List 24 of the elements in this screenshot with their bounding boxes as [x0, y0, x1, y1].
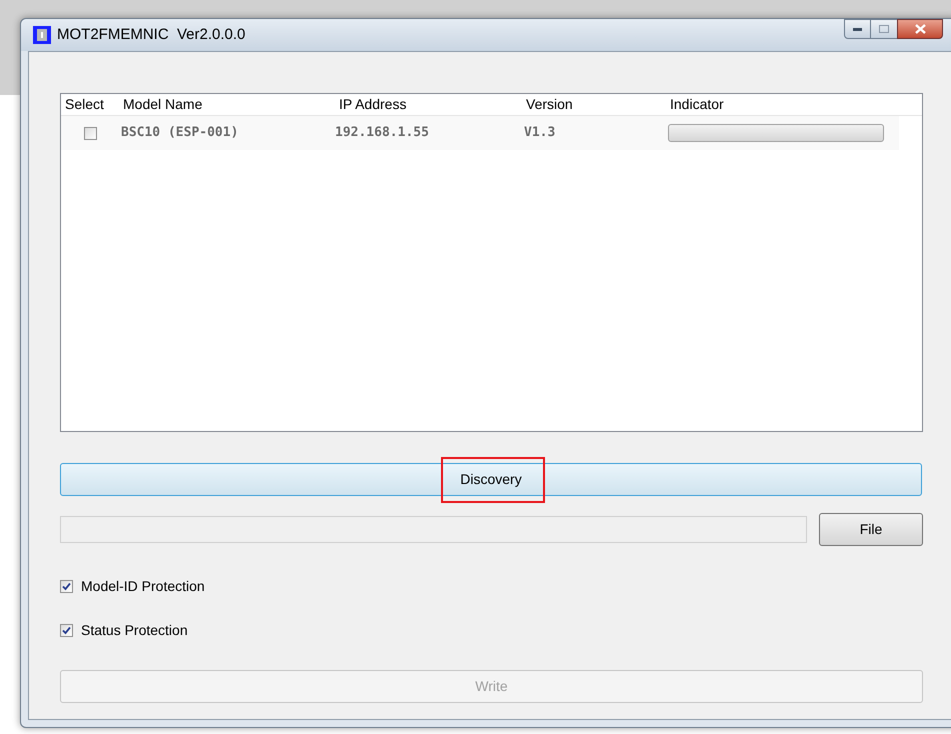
discovery-button[interactable]: Discovery — [60, 463, 922, 496]
app-icon — [33, 26, 51, 44]
check-icon — [62, 582, 71, 591]
table-cell-text: BSC10 (ESP-001) — [120, 124, 240, 142]
minimize-button[interactable] — [844, 19, 871, 39]
column-header[interactable]: Version — [522, 94, 666, 115]
option-label: Status Protection — [81, 621, 188, 640]
checkbox[interactable] — [60, 580, 73, 593]
column-header[interactable]: Indicator — [666, 94, 896, 115]
window-title: MOT2FMEMNIC Ver2.0.0.0 — [57, 24, 246, 45]
column-header[interactable]: Model Name — [119, 94, 335, 115]
table-cell-text: 192.168.1.55 — [335, 124, 430, 142]
file-button[interactable]: File — [819, 513, 923, 546]
close-button[interactable] — [897, 19, 943, 39]
table-cell-text: V1.3 — [523, 124, 556, 142]
maximize-button[interactable] — [871, 19, 897, 39]
checkbox[interactable] — [84, 126, 96, 140]
option-label: Model-ID Protection — [81, 577, 205, 596]
close-icon — [914, 24, 926, 34]
checkbox[interactable] — [60, 624, 73, 637]
column-header[interactable]: Select — [61, 94, 119, 115]
file-path-field[interactable] — [60, 516, 807, 543]
column-header[interactable]: IP Address — [335, 94, 522, 115]
check-icon — [62, 626, 71, 635]
